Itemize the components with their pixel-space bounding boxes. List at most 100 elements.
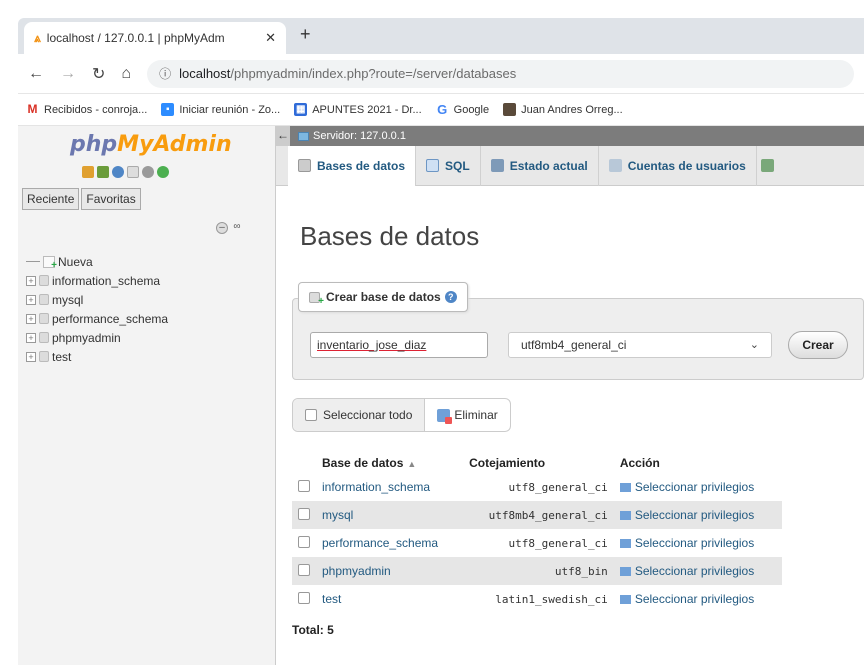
tree-item-nueva[interactable]: Nueva [26,252,168,271]
total-count: Total: 5 [292,623,334,637]
docs-icon[interactable] [127,166,139,178]
new-tab-icon[interactable]: + [300,24,311,45]
collation-cell: utf8mb4_general_ci [463,501,614,529]
new-database-icon: + [309,291,324,307]
tree-label: phpmyadmin [52,330,121,345]
header-base-de-datos[interactable]: Base de datos ▲ [316,453,464,473]
privileges-icon [619,567,631,577]
table-header-row: Base de datos ▲ Cotejamiento Acción [292,453,782,473]
row-checkbox[interactable] [298,563,310,576]
privileges-icon [619,483,631,493]
header-checkbox-col [292,453,316,473]
row-checkbox[interactable] [298,479,310,492]
privileges-link[interactable]: Seleccionar privilegios [613,585,782,613]
url-field[interactable]: ⓘ localhost/phpmyadmin/index.php?route=/… [147,59,854,88]
trello-icon: ▦ [294,103,308,116]
database-link[interactable]: information_schema [316,473,464,501]
privileges-link[interactable]: Seleccionar privilegios [613,557,782,585]
server-label: Servidor: 127.0.0.1 [313,130,406,142]
database-name-input[interactable]: inventario_jose_diaz [310,332,488,358]
sort-asc-icon: ▲ [407,459,417,469]
tree-item-performance-schema[interactable]: + performance_schema [26,309,168,328]
table-row: performance_schema utf8_general_ci Selec… [292,529,782,557]
database-link[interactable]: phpmyadmin [316,557,464,585]
reload-icon[interactable]: ↻ [92,64,105,84]
database-tree: Nueva + information_schema + mysql + per… [26,252,168,366]
bookmark-label: APUNTES 2021 - Dr... [312,103,422,116]
database-link[interactable]: mysql [316,501,464,529]
collapse-all-icon[interactable]: – [216,222,228,234]
collation-select[interactable]: utf8mb4_general_ci ⌄ [508,332,772,358]
eliminar-button[interactable]: Eliminar [425,399,509,431]
home-icon[interactable]: ⌂ [121,65,131,83]
collation-cell: utf8_bin [463,557,614,585]
bookmark-google[interactable]: G Google [435,103,490,116]
home-icon[interactable] [82,166,94,178]
expand-icon[interactable]: + [26,351,36,362]
privileges-link[interactable]: Seleccionar privilegios [613,501,782,529]
forward-arrow-icon[interactable]: → [60,65,76,83]
crear-button[interactable]: Crear [788,331,848,359]
address-bar-row: ← → ↻ ⌂ ⓘ localhost/phpmyadmin/index.php… [18,54,864,94]
reload-nav-icon[interactable] [157,166,169,178]
tab-title: localhost / 127.0.0.1 | phpMyAdm [46,31,225,45]
settings-icon[interactable] [142,166,154,178]
tree-item-test[interactable]: + test [26,347,168,366]
logout-icon[interactable] [97,166,109,178]
database-link[interactable]: performance_schema [316,529,464,557]
privileges-icon [619,595,631,605]
header-cotejamiento[interactable]: Cotejamiento [463,453,614,473]
row-checkbox[interactable] [298,591,310,604]
help-icon[interactable] [112,166,124,178]
bookmark-zoom[interactable]: ▪ Iniciar reunión - Zo... [161,103,280,116]
help-icon[interactable]: ? [444,291,457,303]
collation-value: utf8mb4_general_ci [521,338,627,352]
privileges-link[interactable]: Seleccionar privilegios [613,473,782,501]
tree-connector [26,261,40,262]
tab-cuentas-de-usuarios[interactable]: Cuentas de usuarios [599,145,757,186]
tree-item-phpmyadmin[interactable]: + phpmyadmin [26,328,168,347]
link-icon[interactable]: ∞ [231,222,243,234]
expand-icon[interactable]: + [26,313,36,324]
database-icon [39,332,49,343]
tab-bases-de-datos[interactable]: Bases de datos [288,145,417,186]
header-accion: Acción [613,453,782,473]
bookmark-label: Google [453,103,490,116]
phpmyadmin-logo[interactable]: phpMyAdmin [70,132,232,157]
tab-sql[interactable]: SQL [416,145,481,186]
row-checkbox[interactable] [298,535,310,548]
bookmark-label: Recibidos - conroja... [44,103,148,116]
database-link[interactable]: test [316,585,464,613]
select-all[interactable]: Seleccionar todo [293,399,426,431]
tree-item-mysql[interactable]: + mysql [26,290,168,309]
tree-item-information-schema[interactable]: + information_schema [26,271,168,290]
bookmark-label: Juan Andres Orreg... [521,103,623,116]
browser-tab[interactable]: ⩓ localhost / 127.0.0.1 | phpMyAdm ✕ [24,22,286,54]
server-breadcrumb: ← Servidor: 127.0.0.1 [276,126,864,146]
collapse-sidebar-icon[interactable]: ← [276,126,290,146]
tree-label: mysql [52,292,84,307]
bookmark-apuntes[interactable]: ▦ APUNTES 2021 - Dr... [294,103,422,116]
back-arrow-icon[interactable]: ← [28,65,44,83]
bookmark-label: Iniciar reunión - Zo... [179,103,281,116]
pma-favicon-icon: ⩓ [34,30,41,45]
info-icon[interactable]: ⓘ [159,65,171,82]
bookmark-gmail[interactable]: M Recibidos - conroja... [26,103,147,116]
privileges-link[interactable]: Seleccionar privilegios [613,529,782,557]
tab-estado-actual[interactable]: Estado actual [481,145,599,186]
select-all-checkbox[interactable] [305,409,317,421]
expand-icon[interactable]: + [26,294,36,305]
tree-label: Nueva [58,254,93,269]
server-link[interactable]: Servidor: 127.0.0.1 [298,130,406,142]
users-icon [608,159,622,172]
server-icon [298,131,309,141]
close-tab-icon[interactable]: ✕ [265,30,276,46]
row-checkbox[interactable] [298,507,310,520]
bookmark-profile[interactable]: Juan Andres Orreg... [503,103,623,116]
menu-label: Bases de datos [317,158,406,173]
tab-reciente[interactable]: Reciente [22,188,80,210]
tab-more[interactable] [757,146,778,186]
tab-favoritas[interactable]: Favoritas [81,188,141,210]
expand-icon[interactable]: + [26,275,36,286]
expand-icon[interactable]: + [26,332,36,343]
